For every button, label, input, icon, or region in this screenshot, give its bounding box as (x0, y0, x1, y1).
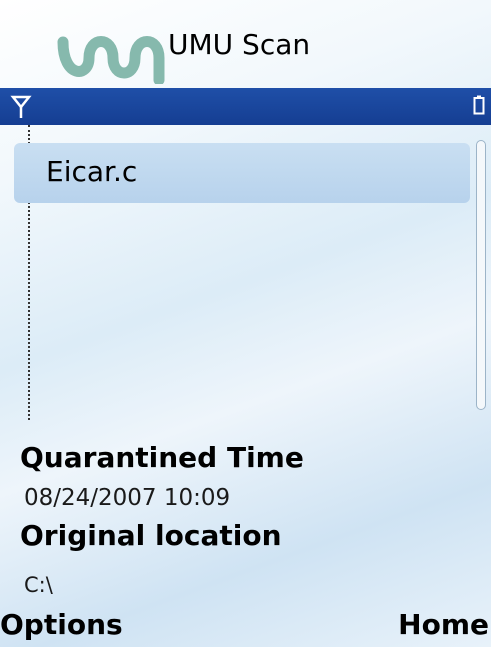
umu-logo-icon (57, 36, 165, 84)
original-location-label: Original location (20, 519, 282, 552)
scrollbar[interactable] (476, 140, 486, 410)
quarantined-time-label: Quarantined Time (20, 441, 304, 474)
quarantined-time-value: 08/24/2007 10:09 (24, 485, 231, 511)
home-softkey[interactable]: Home (398, 608, 489, 641)
title-bar: UMU Scan (0, 0, 491, 88)
original-location-value: C:\ (24, 573, 53, 597)
list-item-label: Eicar.c (46, 155, 138, 188)
quarantine-list: Eicar.c (14, 143, 472, 423)
app-title: UMU Scan (168, 28, 311, 61)
status-strip (0, 88, 491, 125)
battery-icon (473, 95, 485, 115)
list-item-eicar[interactable]: Eicar.c (14, 143, 470, 203)
options-softkey[interactable]: Options (0, 608, 123, 641)
antenna-signal-icon (10, 95, 32, 118)
